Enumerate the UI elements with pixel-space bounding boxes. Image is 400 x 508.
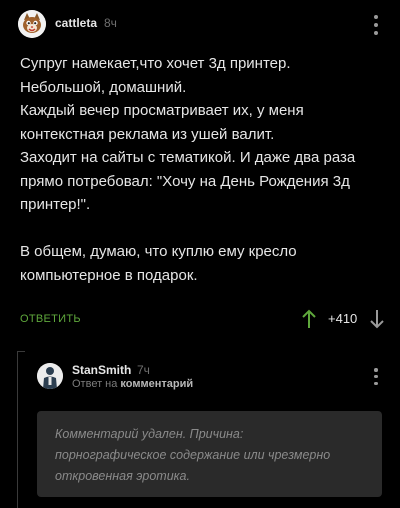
thread-line	[17, 351, 18, 508]
rating-value: +410	[328, 311, 358, 326]
comments-page: cattleta 8ч Супруг намекает,что хочет 3д…	[0, 0, 400, 508]
reply-context: Ответ на комментарий	[72, 378, 193, 390]
avatar[interactable]	[37, 363, 63, 389]
cat-avatar-icon	[18, 10, 46, 38]
deleted-comment-text: Комментарий удален. Причина: порнографич…	[55, 427, 331, 483]
reply-time: 7ч	[137, 363, 150, 377]
reply-button[interactable]: ОТВЕТИТЬ	[20, 313, 81, 325]
kebab-menu-icon[interactable]	[373, 368, 379, 385]
reply-author[interactable]: StanSmith	[72, 363, 131, 377]
arrow-up-icon[interactable]	[301, 309, 317, 329]
reply-target-link[interactable]: комментарий	[120, 378, 193, 390]
deleted-comment-box: Комментарий удален. Причина: порнографич…	[37, 411, 382, 497]
reply-prefix: Ответ на	[72, 378, 118, 390]
comment-body: Супруг намекает,что хочет 3д принтер. Не…	[20, 52, 385, 287]
user-avatar-icon	[37, 363, 63, 389]
comment-paragraph: Супруг намекает,что хочет 3д принтер. Не…	[20, 55, 356, 213]
comment-paragraph: В общем, думаю, что куплю ему кресло ком…	[20, 243, 297, 284]
comment-time: 8ч	[104, 16, 117, 30]
kebab-menu-icon[interactable]	[373, 15, 379, 35]
thread-branch	[17, 351, 25, 352]
comment-author[interactable]: cattleta	[55, 16, 97, 30]
arrow-down-icon[interactable]	[369, 309, 385, 329]
avatar[interactable]	[18, 10, 46, 38]
